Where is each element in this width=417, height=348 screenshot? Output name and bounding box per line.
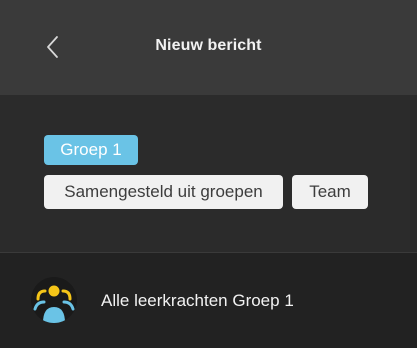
- recipient-list-item[interactable]: Alle leerkrachten Groep 1: [0, 253, 417, 348]
- page-title: Nieuw bericht: [155, 37, 262, 54]
- app-header: Nieuw bericht: [0, 0, 417, 95]
- avatar: [31, 277, 77, 323]
- chip-team[interactable]: Team: [292, 175, 368, 209]
- recipient-label: Alle leerkrachten Groep 1: [101, 291, 294, 310]
- chip-samengesteld-uit-groepen[interactable]: Samengesteld uit groepen: [44, 175, 283, 209]
- filter-chip-group: Groep 1 Samengesteld uit groepen Team: [0, 95, 417, 253]
- group-avatar-icon: [33, 285, 75, 323]
- chip-groep-1[interactable]: Groep 1: [44, 135, 138, 165]
